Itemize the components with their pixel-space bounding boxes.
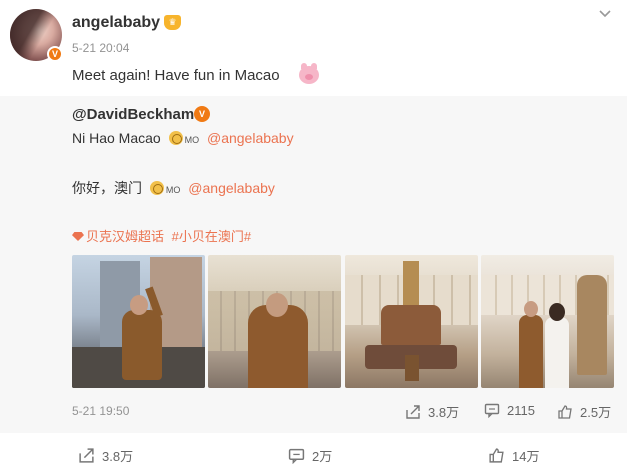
repost-text: Ni Hao Macao (72, 130, 161, 146)
repost-timestamp[interactable]: 5-21 19:50 (72, 404, 129, 418)
pig-emoji-icon (299, 63, 319, 84)
reposted-content[interactable]: @DavidBeckham V Ni Hao Macao MO @angelab… (0, 96, 627, 433)
like-button[interactable]: 14万 (488, 446, 539, 465)
share-count: 3.8万 (102, 449, 134, 464)
like-icon (558, 405, 572, 419)
topic-links: 贝克汉姆超话 #小贝在澳门# (72, 226, 251, 245)
share-icon (406, 405, 420, 419)
mention-link[interactable]: @angelababy (207, 130, 294, 146)
repost-text-line1: Ni Hao Macao MO @angelababy (72, 130, 294, 146)
photo-thumbnail-4[interactable] (481, 255, 614, 388)
like-icon (489, 448, 504, 463)
super-topic-icon (72, 232, 84, 241)
super-topic-link[interactable]: 贝克汉姆超话 (86, 229, 164, 244)
photo-thumbnail-1[interactable] (72, 255, 205, 388)
comment-count: 2万 (312, 449, 333, 464)
verified-badge: V (47, 46, 63, 62)
crown-icon: ♛ (164, 15, 181, 30)
mo-label: MO (184, 135, 200, 145)
clap-emoji-icon (149, 181, 164, 195)
repost-text-line2: 你好，澳门 MO @angelababy (72, 178, 275, 198)
repost-like-button[interactable]: 2.5万 (557, 402, 611, 421)
comment-icon (288, 448, 305, 464)
repost-text: 你好，澳门 (72, 180, 142, 196)
comment-icon (484, 403, 500, 418)
share-button[interactable]: 3.8万 (78, 446, 133, 465)
mo-label: MO (165, 185, 181, 195)
chevron-down-icon[interactable] (597, 6, 613, 22)
comment-button[interactable]: 2万 (288, 446, 332, 465)
like-count: 2.5万 (580, 405, 612, 420)
like-count: 14万 (512, 449, 540, 464)
post-timestamp[interactable]: 5-21 20:04 (72, 41, 129, 55)
post-text: Meet again! Have fun in Macao (72, 67, 280, 84)
clap-emoji-icon (168, 131, 183, 145)
weibo-post-card: V angelababy ♛ 5-21 20:04 Meet again! Ha… (0, 0, 627, 473)
verified-badge: V (194, 106, 210, 122)
repost-share-button[interactable]: 3.8万 (405, 402, 459, 421)
mention-link[interactable]: @angelababy (188, 180, 275, 196)
post-username[interactable]: angelababy (72, 14, 160, 32)
share-icon (79, 448, 94, 463)
photo-thumbnail-3[interactable] (345, 255, 478, 388)
repost-comment-button[interactable]: 2115 (484, 402, 535, 418)
hashtag-link[interactable]: #小贝在澳门# (172, 229, 251, 244)
comment-count: 2115 (507, 403, 535, 418)
share-count: 3.8万 (428, 405, 460, 420)
repost-username[interactable]: @DavidBeckham (72, 106, 194, 123)
photo-thumbnail-2[interactable] (208, 255, 341, 388)
